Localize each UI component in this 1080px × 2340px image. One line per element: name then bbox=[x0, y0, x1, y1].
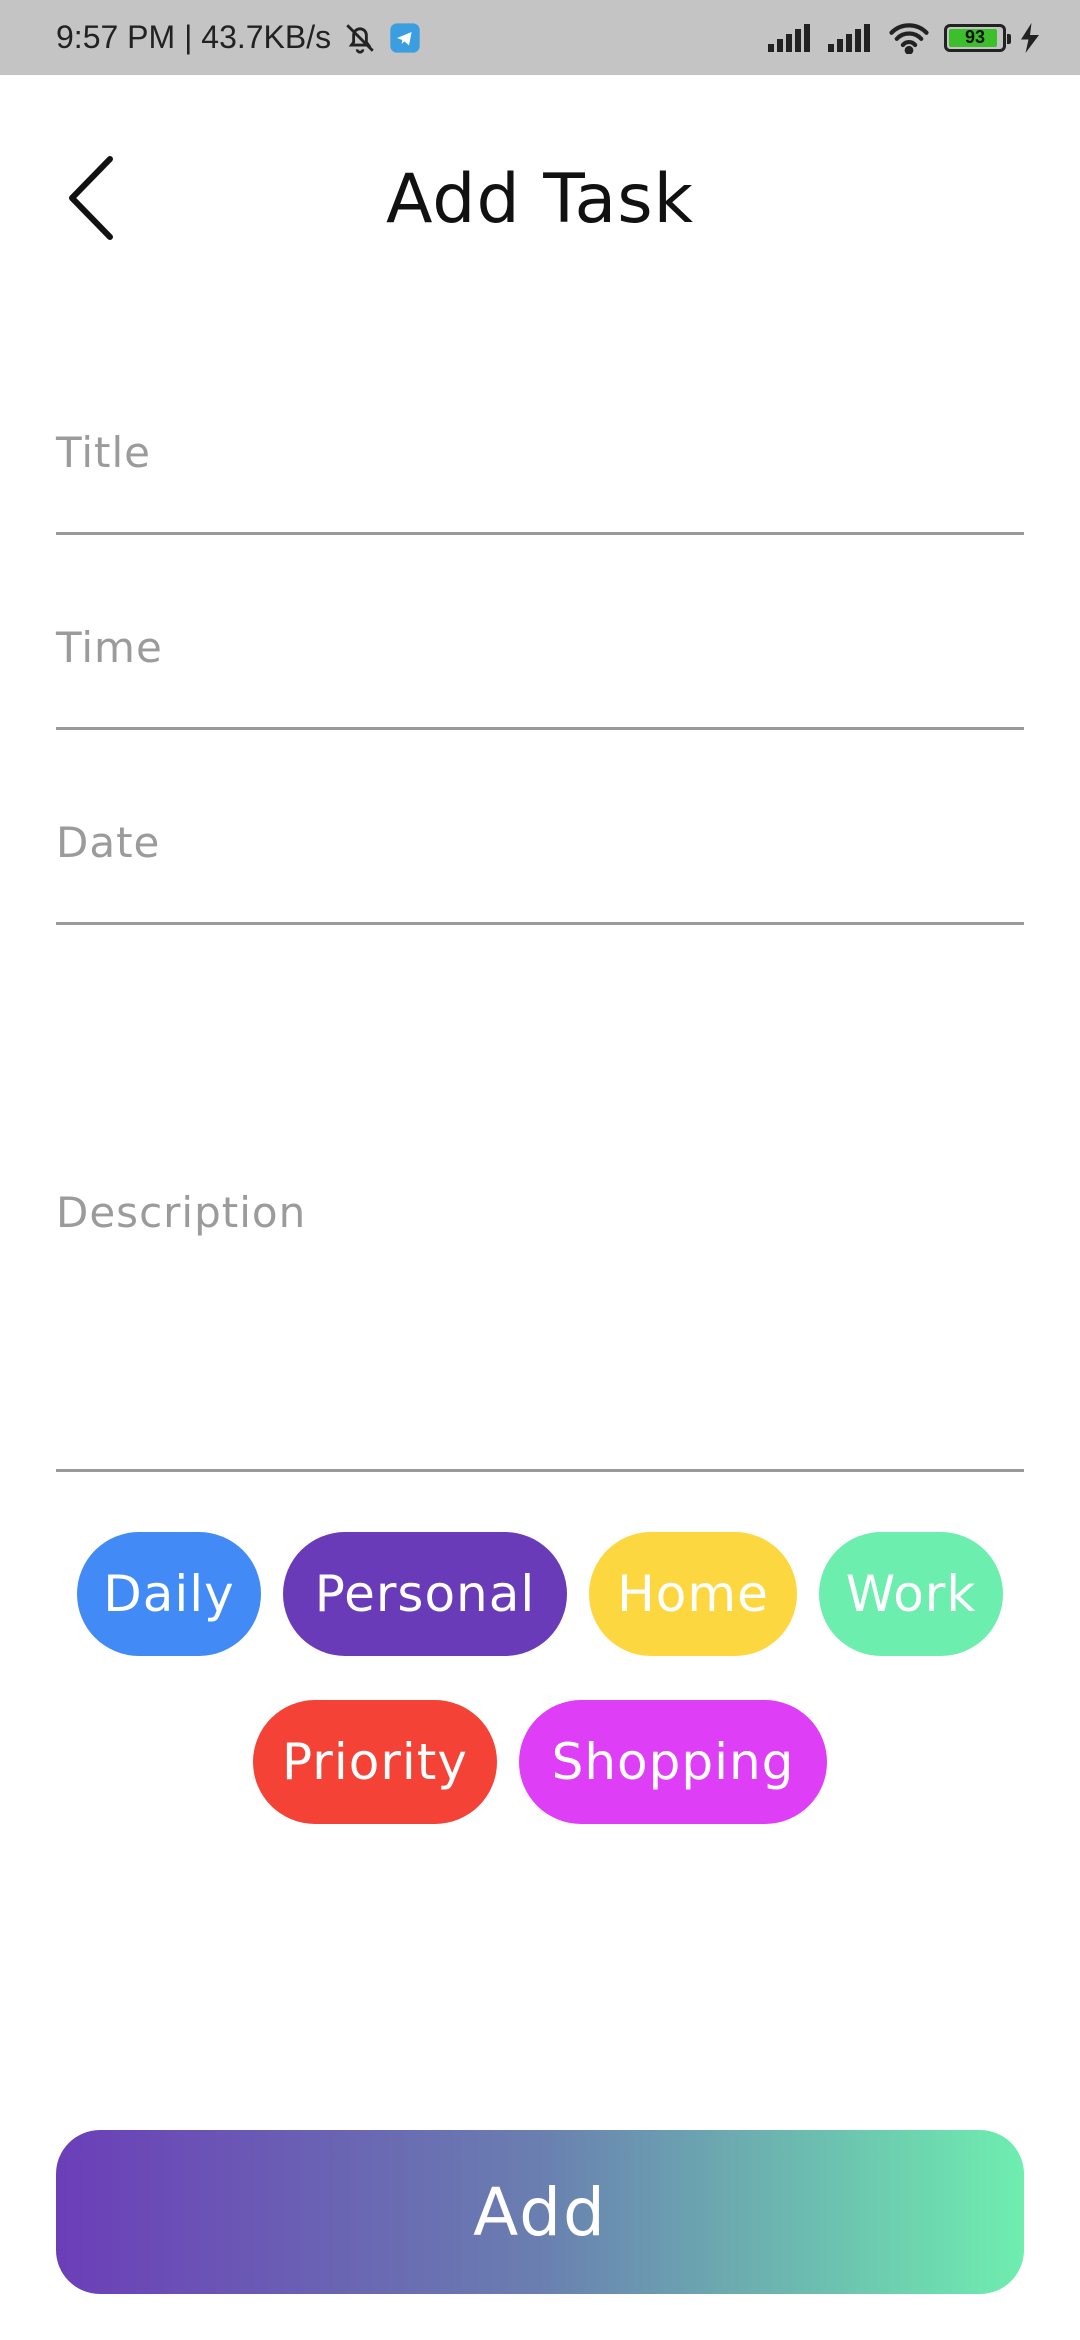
battery-icon: 93 bbox=[944, 23, 1011, 52]
time-placeholder: Time bbox=[56, 623, 163, 672]
status-left: 9:57 PM | 43.7KB/s bbox=[56, 19, 421, 56]
category-row-1: Daily Personal Home Work bbox=[0, 1532, 1080, 1656]
wifi-icon bbox=[888, 22, 930, 54]
page-title: Add Task bbox=[385, 160, 695, 239]
chip-home[interactable]: Home bbox=[589, 1532, 797, 1656]
status-bar: 9:57 PM | 43.7KB/s 93 bbox=[0, 0, 1080, 75]
chip-daily[interactable]: Daily bbox=[77, 1532, 261, 1656]
chip-priority[interactable]: Priority bbox=[253, 1700, 497, 1824]
title-placeholder: Title bbox=[56, 428, 152, 477]
date-placeholder: Date bbox=[56, 818, 161, 867]
status-time-speed: 9:57 PM | 43.7KB/s bbox=[56, 19, 332, 55]
chip-work[interactable]: Work bbox=[819, 1532, 1003, 1656]
status-right: 93 bbox=[768, 22, 1040, 54]
chip-shopping[interactable]: Shopping bbox=[519, 1700, 827, 1824]
add-button[interactable]: Add bbox=[56, 2130, 1024, 2294]
date-field[interactable]: Date bbox=[56, 800, 1024, 925]
battery-level: 93 bbox=[964, 27, 986, 47]
chip-personal[interactable]: Personal bbox=[283, 1532, 567, 1656]
mute-bell-icon bbox=[343, 21, 377, 55]
time-field[interactable]: Time bbox=[56, 605, 1024, 730]
category-row-2: Priority Shopping bbox=[0, 1700, 1080, 1824]
description-field[interactable]: Description bbox=[56, 1170, 1024, 1472]
telegram-icon bbox=[389, 22, 421, 54]
charging-icon bbox=[1020, 22, 1040, 53]
signal-icon bbox=[828, 23, 874, 52]
description-placeholder: Description bbox=[56, 1188, 307, 1237]
signal-icon bbox=[768, 23, 814, 52]
title-field[interactable]: Title bbox=[56, 410, 1024, 535]
